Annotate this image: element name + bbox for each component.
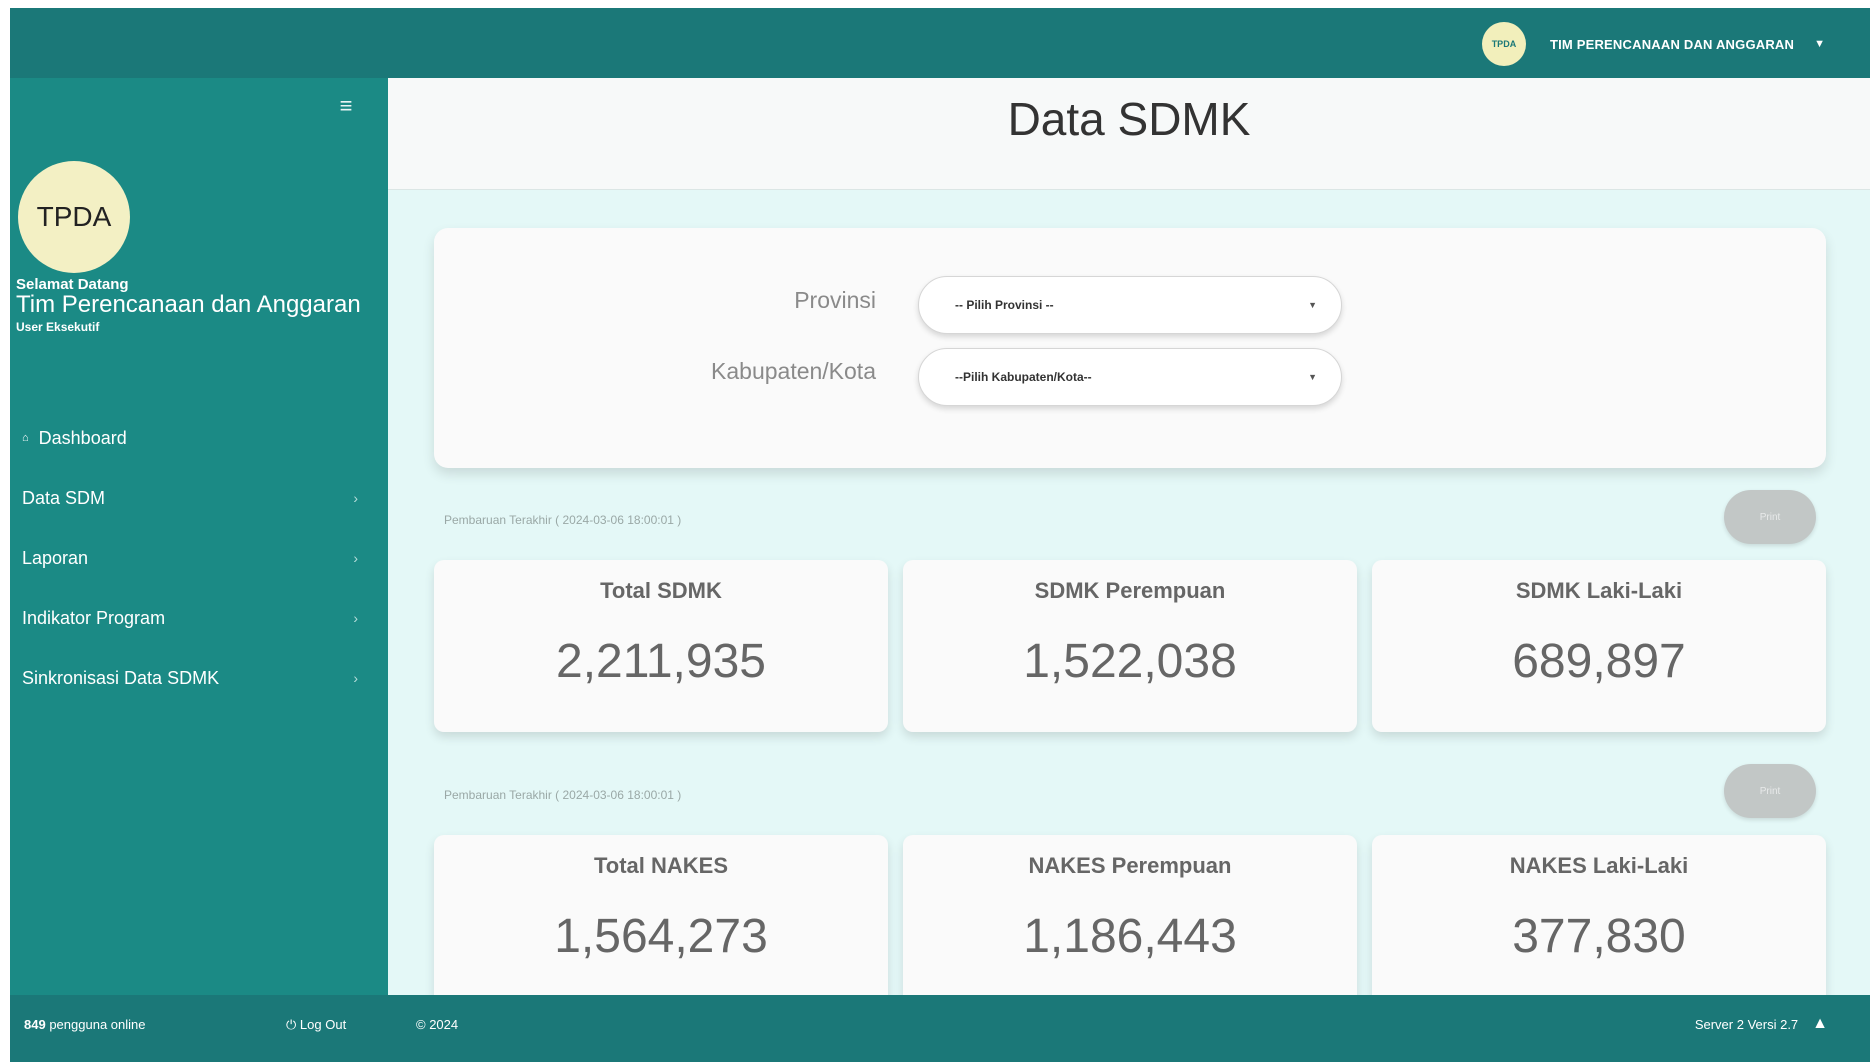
stat-card-sdmk-laki-laki: SDMK Laki-Laki 689,897 xyxy=(1372,560,1826,732)
stat-value: 2,211,935 xyxy=(556,635,766,688)
sidebar-item-label: Sinkronisasi Data SDMK xyxy=(22,667,220,688)
stat-value: 1,564,273 xyxy=(554,910,768,963)
online-count: 849 xyxy=(24,1017,46,1032)
stat-card-total-sdmk: Total SDMK 2,211,935 xyxy=(434,560,888,732)
main-content: Data SDMK Provinsi -- Pilih Provinsi -- … xyxy=(388,78,1870,995)
dropdown-caret-icon: ▼ xyxy=(1308,300,1317,310)
stat-value: 1,186,443 xyxy=(1023,910,1237,963)
provinsi-label: Provinsi xyxy=(794,287,876,313)
chevron-right-icon: › xyxy=(353,670,358,686)
print-button[interactable]: Print xyxy=(1724,490,1816,544)
chevron-right-icon: › xyxy=(353,610,358,626)
footer: 849 pengguna online ⏻ Log Out © 2024 Ser… xyxy=(10,995,1870,1062)
provinsi-selected-value: -- Pilih Provinsi -- xyxy=(955,298,1054,312)
hamburger-icon[interactable]: ≡ xyxy=(334,95,358,117)
last-update-text: Pembaruan Terakhir ( 2024-03-06 18:00:01… xyxy=(444,788,682,802)
stat-label: NAKES Laki-Laki xyxy=(1509,853,1689,878)
sidebar-item-sinkronisasi[interactable]: Sinkronisasi Data SDMK › xyxy=(10,648,388,708)
stat-label: Total SDMK xyxy=(600,578,722,603)
page-header: Data SDMK xyxy=(388,78,1870,190)
kabkota-select[interactable]: --Pilih Kabupaten/Kota-- ▼ xyxy=(918,348,1342,406)
sidebar: ≡ TPDA Selamat Datang Tim Perencanaan da… xyxy=(10,78,388,995)
sidebar-item-label: Laporan xyxy=(22,547,89,568)
stat-label: Total NAKES xyxy=(593,853,729,878)
org-name: Tim Perencanaan dan Anggaran xyxy=(16,291,361,318)
server-text: Server 2 Versi 2.7 xyxy=(1694,1016,1799,1032)
user-name: TIM PERENCANAAN DAN ANGGARAN xyxy=(1549,36,1795,52)
dashboard-icon: ⌂ xyxy=(22,432,29,444)
sidebar-item-label: Indikator Program xyxy=(22,607,166,628)
sidebar-item-label: Dashboard xyxy=(38,427,127,448)
user-avatar: TPDA xyxy=(1481,22,1526,66)
kabkota-selected-value: --Pilih Kabupaten/Kota-- xyxy=(955,370,1092,384)
power-icon: ⏻ xyxy=(286,1017,297,1032)
stat-label: NAKES Perempuan xyxy=(1028,853,1232,878)
server-version: Server 2 Versi 2.7 ▲ xyxy=(1695,1015,1828,1033)
user-role: User Eksekutif xyxy=(16,320,100,334)
chevron-right-icon: › xyxy=(353,550,358,566)
sidebar-item-label: Data SDM xyxy=(22,487,106,508)
online-text: pengguna online xyxy=(49,1017,146,1032)
provinsi-select[interactable]: -- Pilih Provinsi -- ▼ xyxy=(918,276,1342,334)
stat-value: 689,897 xyxy=(1512,635,1686,688)
logout-link[interactable]: ⏻ Log Out xyxy=(286,1017,346,1033)
last-update-text: Pembaruan Terakhir ( 2024-03-06 18:00:01… xyxy=(444,513,682,527)
filter-card: Provinsi -- Pilih Provinsi -- ▼ Kabupate… xyxy=(434,228,1826,468)
sidebar-item-dashboard[interactable]: ⌂ Dashboard xyxy=(10,408,388,468)
chevron-right-icon: › xyxy=(353,490,358,506)
stat-value: 377,830 xyxy=(1512,910,1686,963)
user-menu[interactable]: TPDA TIM PERENCANAAN DAN ANGGARAN ▼ xyxy=(1481,22,1825,66)
dropdown-caret-icon: ▼ xyxy=(1308,372,1317,382)
sidebar-nav: ⌂ Dashboard Data SDM › Laporan › Indikat… xyxy=(10,408,388,708)
stat-card-sdmk-perempuan: SDMK Perempuan 1,522,038 xyxy=(903,560,1357,732)
caret-down-icon: ▼ xyxy=(1814,38,1825,50)
stat-value: 1,522,038 xyxy=(1023,635,1237,688)
online-users: 849 pengguna online xyxy=(24,1017,145,1032)
stat-card-nakes-perempuan: NAKES Perempuan 1,186,443 xyxy=(903,835,1357,995)
top-bar: TPDA TIM PERENCANAAN DAN ANGGARAN ▼ xyxy=(10,8,1870,78)
stat-label: SDMK Laki-Laki xyxy=(1515,578,1683,603)
logout-label: Log Out xyxy=(299,1017,347,1032)
scroll-top-icon[interactable]: ▲ xyxy=(1812,1015,1828,1033)
sidebar-item-indikator-program[interactable]: Indikator Program › xyxy=(10,588,388,648)
copyright: © 2024 xyxy=(416,1017,459,1032)
stat-label: SDMK Perempuan xyxy=(1034,578,1226,603)
app-frame: TPDA TIM PERENCANAAN DAN ANGGARAN ▼ ≡ TP… xyxy=(10,8,1870,1062)
page-title: Data SDMK xyxy=(1007,93,1251,145)
stat-card-nakes-laki-laki: NAKES Laki-Laki 377,830 xyxy=(1372,835,1826,995)
stat-card-total-nakes: Total NAKES 1,564,273 xyxy=(434,835,888,995)
print-button[interactable]: Print xyxy=(1724,764,1816,818)
kabkota-label: Kabupaten/Kota xyxy=(711,358,876,384)
sidebar-item-laporan[interactable]: Laporan › xyxy=(10,528,388,588)
sidebar-avatar: TPDA xyxy=(18,161,130,273)
sidebar-item-data-sdm[interactable]: Data SDM › xyxy=(10,468,388,528)
